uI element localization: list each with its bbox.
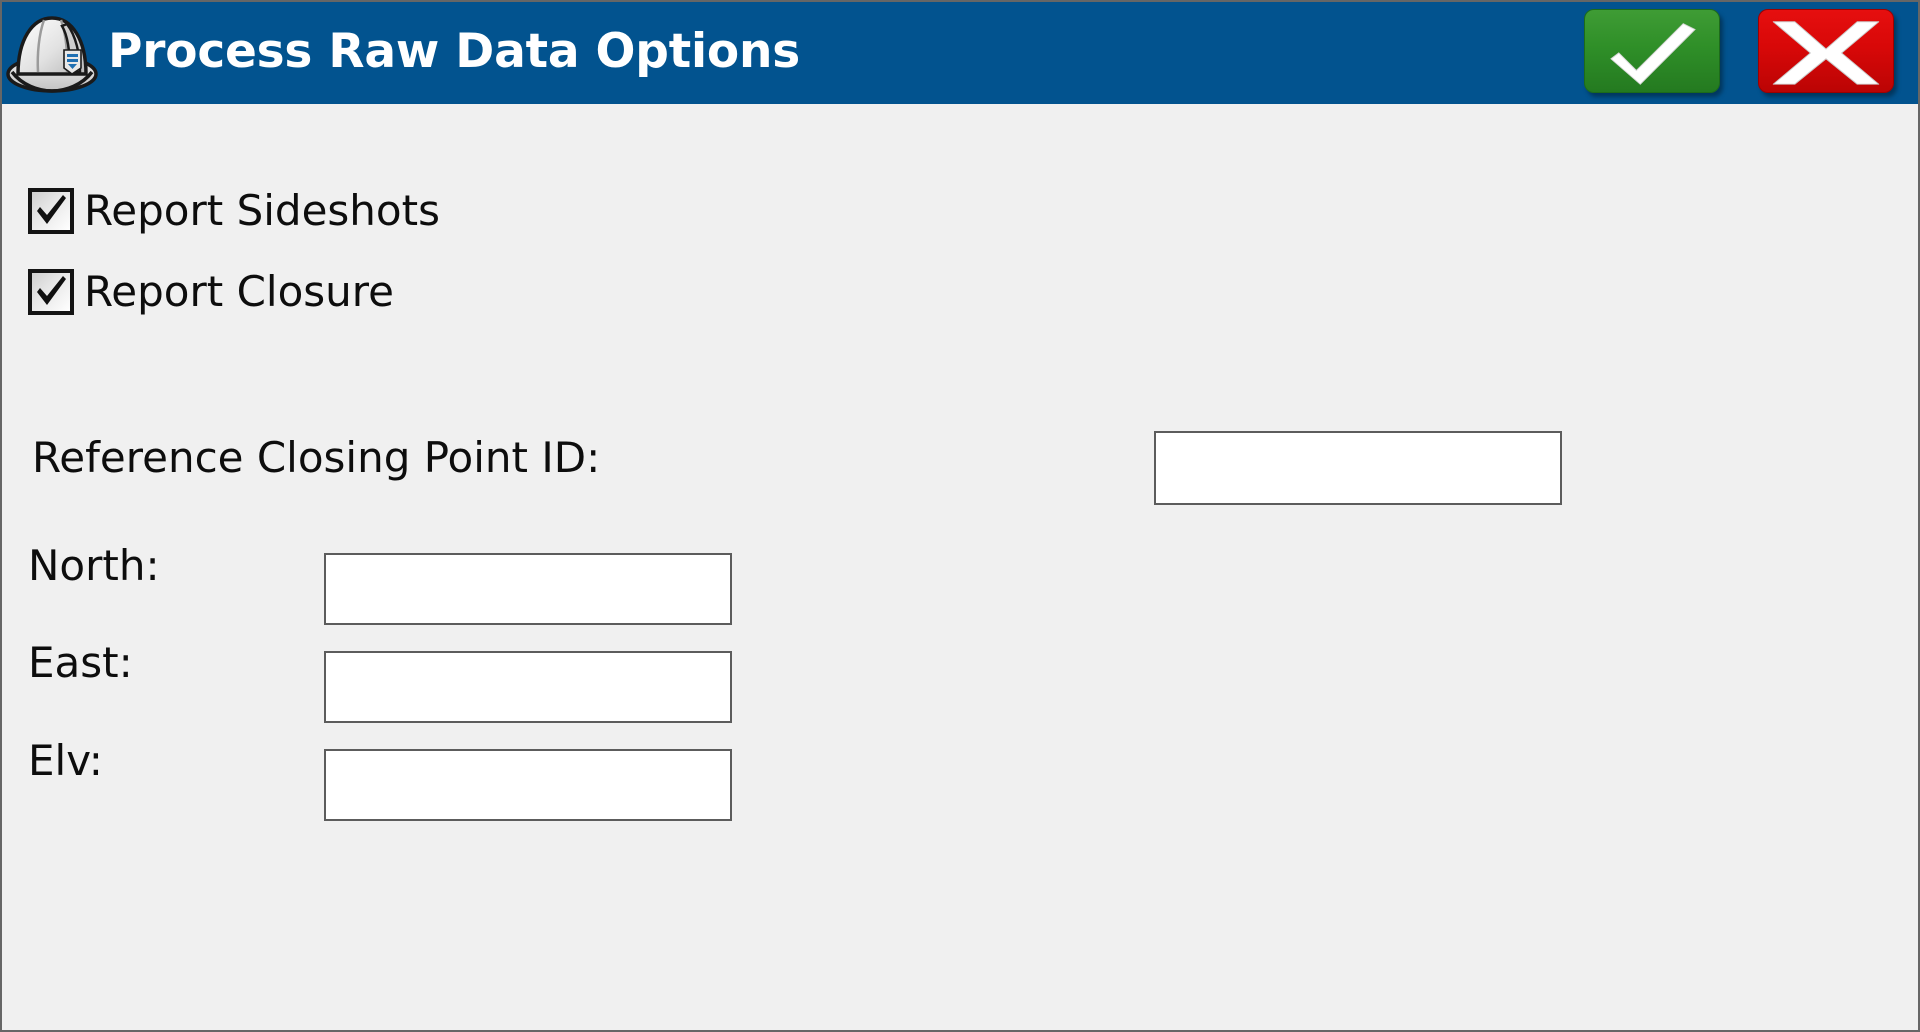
reference-closing-point-id-input[interactable]	[1154, 431, 1562, 505]
label-north: North:	[28, 541, 160, 590]
check-icon	[37, 275, 66, 305]
process-raw-data-options-dialog: Process Raw Data Options Report Sideshot…	[0, 0, 1920, 1032]
ok-button[interactable]	[1584, 9, 1720, 93]
title-bar: Process Raw Data Options	[2, 2, 1918, 104]
checkbox-label-report-sideshots: Report Sideshots	[84, 186, 440, 235]
label-reference-closing-point-id: Reference Closing Point ID:	[32, 433, 601, 482]
east-input[interactable]	[324, 651, 732, 723]
north-input[interactable]	[324, 553, 732, 625]
hard-hat-icon	[4, 6, 100, 98]
dialog-body: Report Sideshots Report Closure Referenc…	[2, 104, 1918, 1030]
checkbox-row-report-closure[interactable]: Report Closure	[28, 267, 394, 316]
elv-input[interactable]	[324, 749, 732, 821]
window-title: Process Raw Data Options	[108, 24, 801, 79]
cancel-button[interactable]	[1758, 9, 1894, 93]
label-elv: Elv:	[28, 736, 103, 785]
checkmark-icon	[1610, 23, 1696, 85]
checkbox-label-report-closure: Report Closure	[84, 267, 394, 316]
checkbox-report-closure[interactable]	[28, 268, 74, 315]
check-icon	[37, 194, 66, 224]
checkbox-report-sideshots[interactable]	[28, 187, 74, 234]
x-icon	[1772, 21, 1880, 85]
label-east: East:	[28, 638, 133, 687]
checkbox-row-report-sideshots[interactable]: Report Sideshots	[28, 186, 440, 235]
